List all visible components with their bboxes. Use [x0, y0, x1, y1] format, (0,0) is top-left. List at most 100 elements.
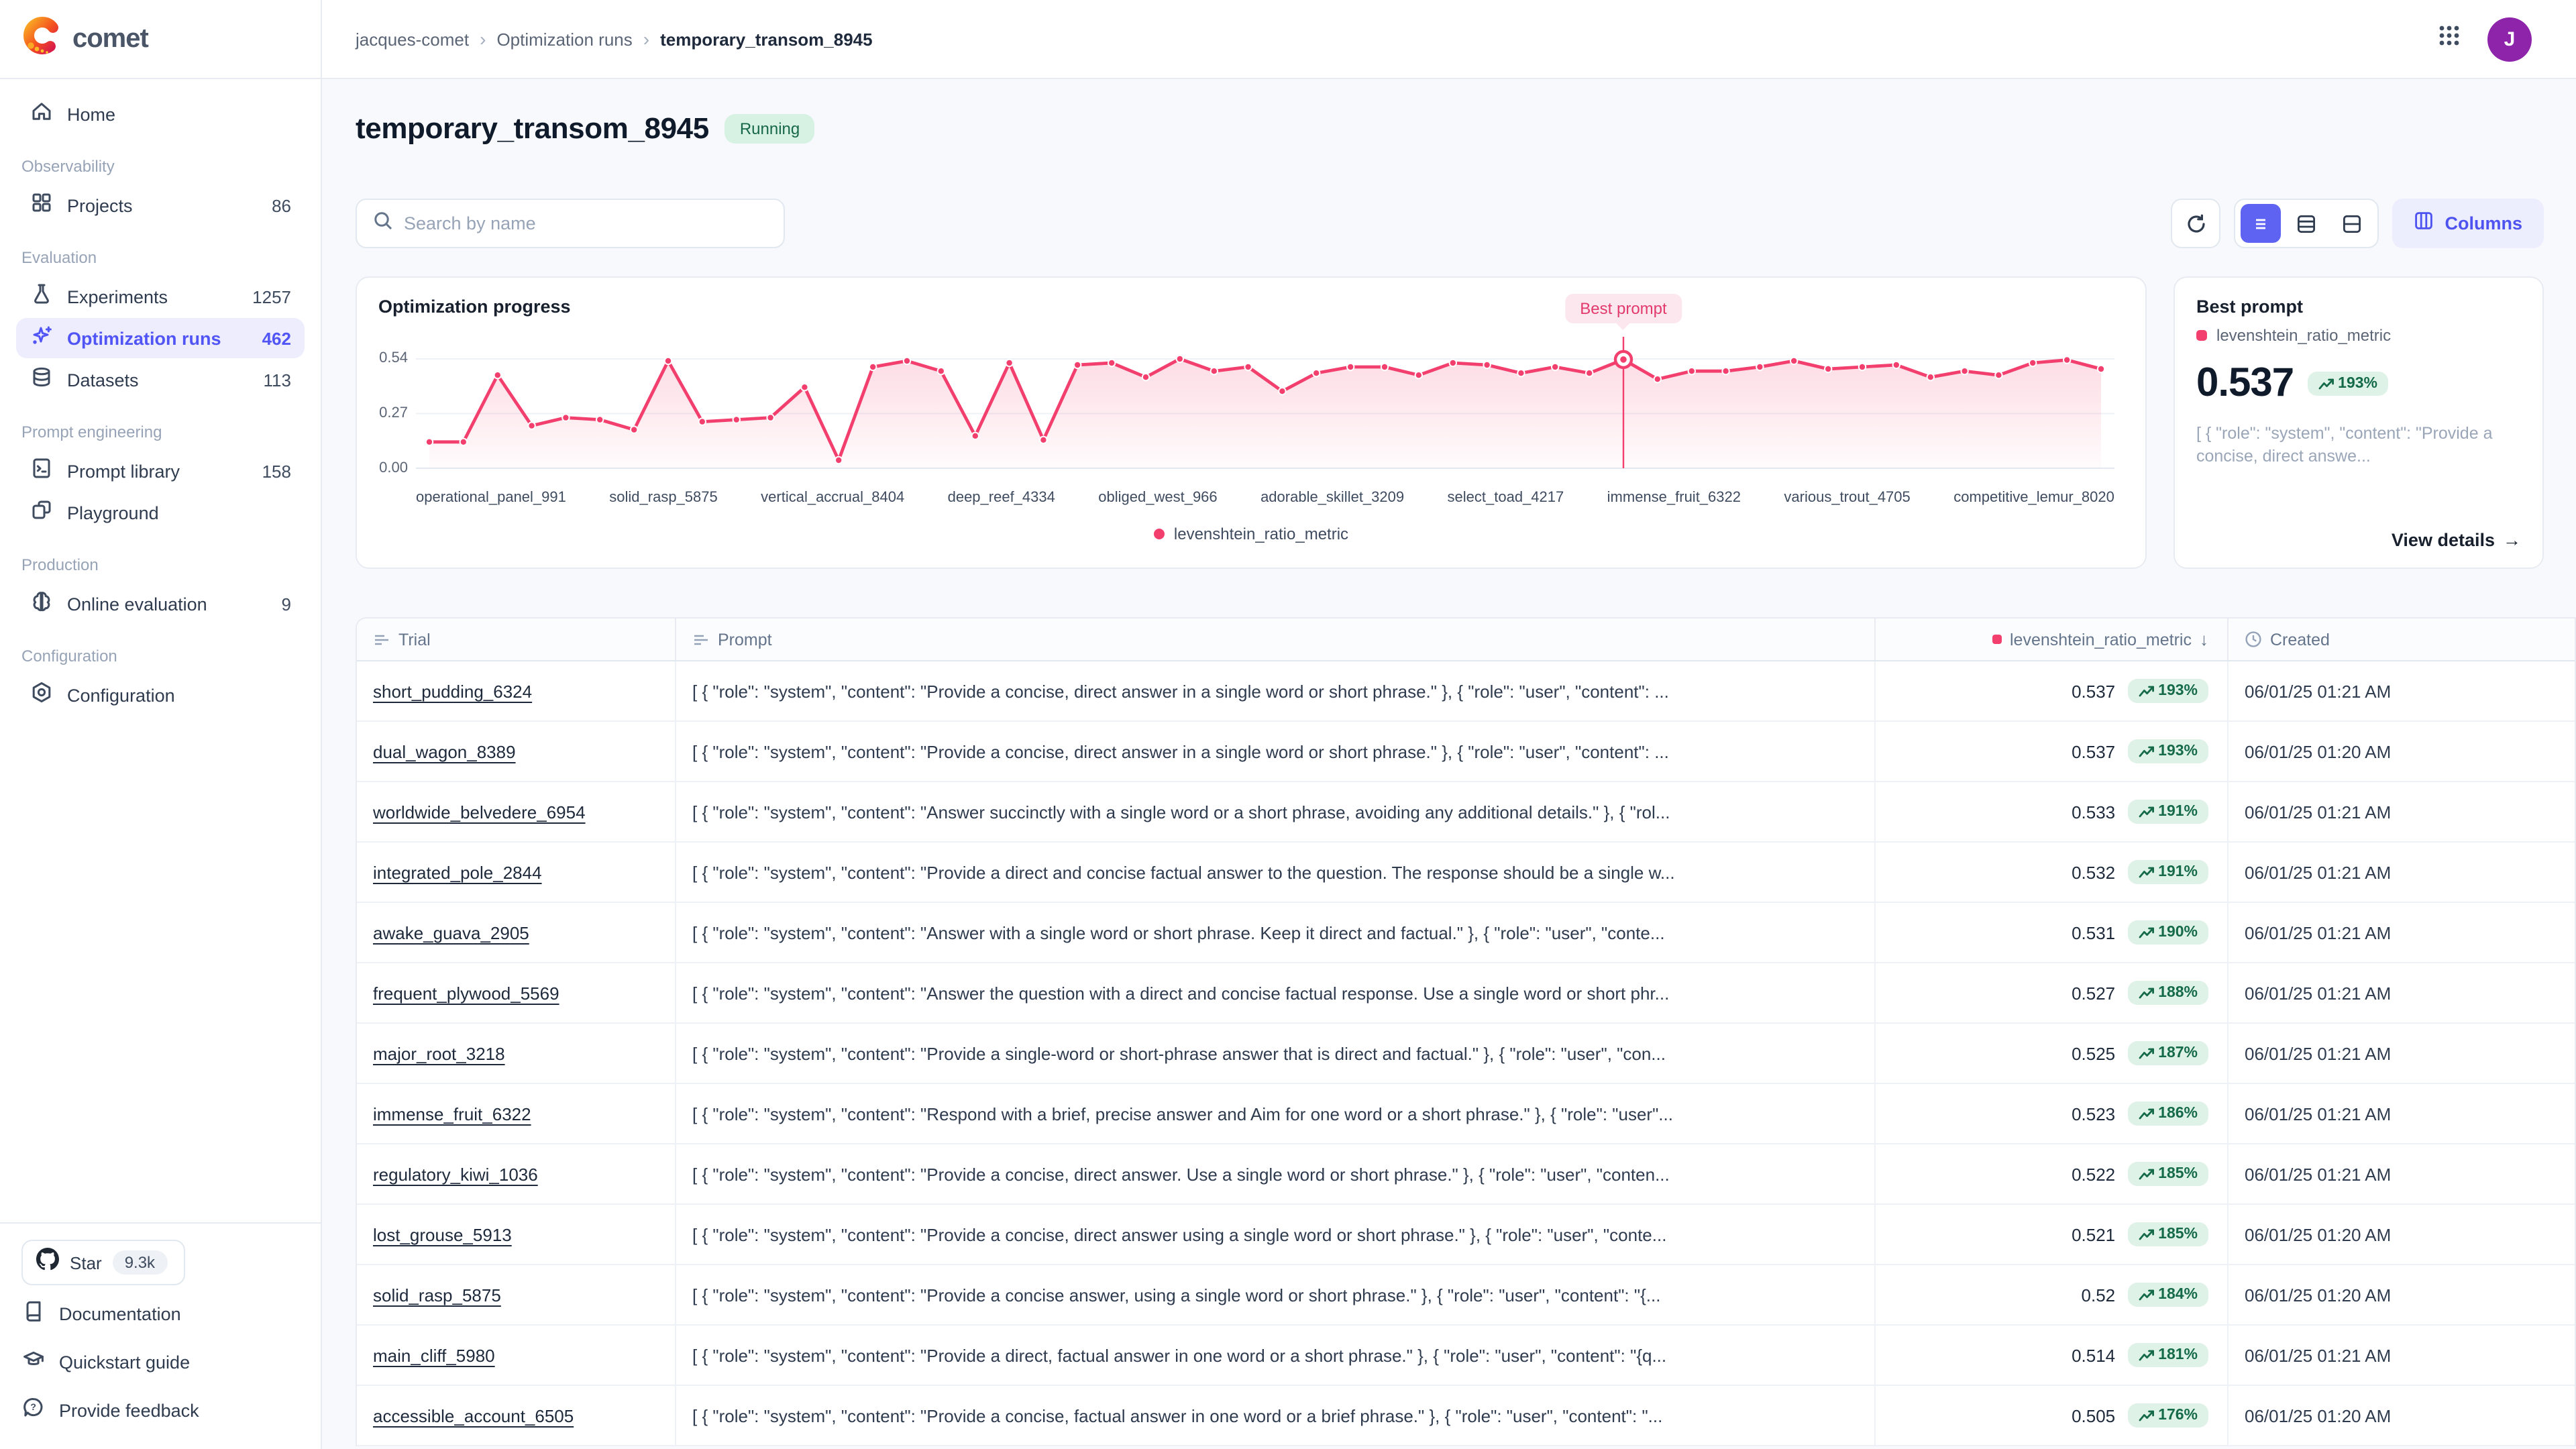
chart-x-axis-labels: operational_panel_991solid_rasp_5875vert… [416, 490, 2114, 506]
sidebar-item-configuration[interactable]: Configuration [16, 675, 305, 715]
apps-grid-icon[interactable] [2438, 24, 2461, 54]
sidebar-item-count: 86 [272, 195, 291, 215]
sidebar-item-projects[interactable]: Projects 86 [16, 185, 305, 225]
breadcrumb-current: temporary_transom_8945 [660, 29, 873, 49]
trial-link[interactable]: major_root_3218 [373, 1043, 505, 1063]
sidebar-item-prompt-library[interactable]: Prompt library 158 [16, 451, 305, 491]
trending-up-icon [2138, 925, 2154, 940]
created-cell: 06/01/25 01:21 AM [2227, 661, 2575, 720]
column-header-trial[interactable]: Trial [357, 619, 675, 660]
sidebar-item-optimization-runs[interactable]: Optimization runs 462 [16, 318, 305, 358]
sidebar-item-label: Experiments [67, 286, 239, 307]
table-header: Trial Prompt levenshtein_ratio_metric ↓ … [357, 619, 2575, 661]
search-input[interactable] [404, 213, 767, 233]
columns-button[interactable]: Columns [2392, 199, 2544, 248]
column-header-metric[interactable]: levenshtein_ratio_metric ↓ [1874, 619, 2227, 660]
table-row: regulatory_kiwi_1036 [ { "role": "system… [357, 1144, 2575, 1205]
sidebar-item-label: Home [67, 104, 278, 124]
metric-cell: 0.52 184% [1874, 1265, 2227, 1324]
table-row: solid_rasp_5875 [ { "role": "system", "c… [357, 1265, 2575, 1326]
y-tick-054: 0.54 [368, 350, 408, 366]
sidebar-item-experiments[interactable]: Experiments 1257 [16, 276, 305, 317]
trial-link[interactable]: worldwide_belvedere_6954 [373, 802, 586, 822]
created-cell: 06/01/25 01:20 AM [2227, 1265, 2575, 1324]
trial-link[interactable]: dual_wagon_8389 [373, 741, 516, 761]
avatar[interactable]: J [2487, 17, 2532, 61]
metric-cell: 0.532 191% [1874, 843, 2227, 902]
trial-link[interactable]: frequent_plywood_5569 [373, 983, 559, 1003]
sort-desc-icon[interactable]: ↓ [2200, 629, 2208, 649]
sidebar-item-home[interactable]: Home [16, 94, 305, 134]
trial-link[interactable]: short_pudding_6324 [373, 681, 532, 701]
table-row: short_pudding_6324 [ { "role": "system",… [357, 661, 2575, 722]
app-root: comet Home Observability Projects 86Eval… [0, 0, 2576, 1449]
breadcrumb-workspace[interactable]: jacques-comet [356, 29, 469, 49]
x-tick-label: select_toad_4217 [1448, 490, 1564, 506]
breadcrumb-section[interactable]: Optimization runs [496, 29, 632, 49]
x-tick-label: competitive_lemur_8020 [1953, 490, 2114, 506]
trial-link[interactable]: accessible_account_6505 [373, 1405, 574, 1426]
metric-value: 0.514 [2072, 1345, 2115, 1365]
x-tick-label: adorable_skillet_3209 [1260, 490, 1404, 506]
nav-section-title: Evaluation [0, 227, 321, 275]
column-header-created[interactable]: Created [2227, 619, 2575, 660]
prompt-cell[interactable]: [ { "role": "system", "content": "Answer… [675, 903, 1874, 962]
x-tick-label: immense_fruit_6322 [1607, 490, 1741, 506]
sidebar-item-datasets[interactable]: Datasets 113 [16, 360, 305, 400]
column-header-prompt[interactable]: Prompt [675, 619, 1874, 660]
sidebar-item-online-evaluation[interactable]: Online evaluation 9 [16, 584, 305, 624]
table-row: dual_wagon_8389 [ { "role": "system", "c… [357, 722, 2575, 782]
trial-link[interactable]: lost_grouse_5913 [373, 1224, 512, 1244]
prompt-cell[interactable]: [ { "role": "system", "content": "Respon… [675, 1084, 1874, 1143]
best-prompt-marker-label: Best prompt [1565, 294, 1681, 323]
table-row: lost_grouse_5913 [ { "role": "system", "… [357, 1205, 2575, 1265]
created-cell: 06/01/25 01:21 AM [2227, 903, 2575, 962]
prompt-cell[interactable]: [ { "role": "system", "content": "Provid… [675, 1386, 1874, 1445]
chart-title: Optimization progress [378, 297, 571, 317]
home-icon [30, 99, 54, 129]
trial-link[interactable]: solid_rasp_5875 [373, 1285, 501, 1305]
book-icon [21, 1298, 46, 1329]
prompt-cell[interactable]: [ { "role": "system", "content": "Provid… [675, 661, 1874, 720]
density-large-button[interactable] [2332, 204, 2372, 243]
sidebar-item-playground[interactable]: Playground [16, 492, 305, 533]
refresh-button[interactable] [2171, 199, 2220, 248]
chart-plot-area[interactable] [416, 337, 2114, 484]
prompt-cell[interactable]: [ { "role": "system", "content": "Answer… [675, 963, 1874, 1022]
metric-value: 0.537 [2072, 741, 2115, 761]
trial-link[interactable]: main_cliff_5980 [373, 1345, 495, 1365]
comet-logo-icon [21, 15, 62, 62]
footer-link-documentation[interactable]: Documentation [21, 1293, 299, 1334]
playground-icon [30, 497, 54, 528]
footer-link-quickstart-guide[interactable]: Quickstart guide [21, 1342, 299, 1382]
prompt-cell[interactable]: [ { "role": "system", "content": "Answer… [675, 782, 1874, 841]
footer-link-label: Documentation [59, 1303, 181, 1324]
svg-text:?: ? [30, 1401, 36, 1411]
search-box[interactable] [356, 199, 785, 248]
trial-link[interactable]: integrated_pole_2844 [373, 862, 542, 882]
trial-link[interactable]: immense_fruit_6322 [373, 1104, 531, 1124]
prompt-cell[interactable]: [ { "role": "system", "content": "Provid… [675, 1024, 1874, 1083]
footer-link-label: Quickstart guide [59, 1352, 190, 1372]
prompt-cell[interactable]: [ { "role": "system", "content": "Provid… [675, 1144, 1874, 1203]
star-count-badge: 9.3k [113, 1250, 167, 1275]
view-details-link[interactable]: View details → [2392, 530, 2521, 550]
sidebar-item-count: 462 [262, 328, 291, 348]
prompt-cell[interactable]: [ { "role": "system", "content": "Provid… [675, 843, 1874, 902]
trial-link[interactable]: regulatory_kiwi_1036 [373, 1164, 538, 1184]
prompt-cell[interactable]: [ { "role": "system", "content": "Provid… [675, 1265, 1874, 1324]
sidebar-item-count: 1257 [252, 286, 291, 307]
metric-value: 0.531 [2072, 922, 2115, 943]
best-metric-label: levenshtein_ratio_metric [2216, 326, 2391, 345]
github-star-button[interactable]: Star 9.3k [21, 1240, 184, 1285]
prompt-cell[interactable]: [ { "role": "system", "content": "Provid… [675, 722, 1874, 781]
trend-badge: 184% [2127, 1283, 2208, 1307]
trial-link[interactable]: awake_guava_2905 [373, 922, 529, 943]
density-small-button[interactable] [2241, 204, 2281, 243]
topbar-actions: J [2438, 17, 2532, 61]
prompt-cell[interactable]: [ { "role": "system", "content": "Provid… [675, 1205, 1874, 1264]
density-medium-button[interactable] [2286, 204, 2326, 243]
prompt-cell[interactable]: [ { "role": "system", "content": "Provid… [675, 1326, 1874, 1385]
sidebar-item-count: 113 [264, 370, 291, 390]
footer-link-provide-feedback[interactable]: ? Provide feedback [21, 1390, 299, 1430]
